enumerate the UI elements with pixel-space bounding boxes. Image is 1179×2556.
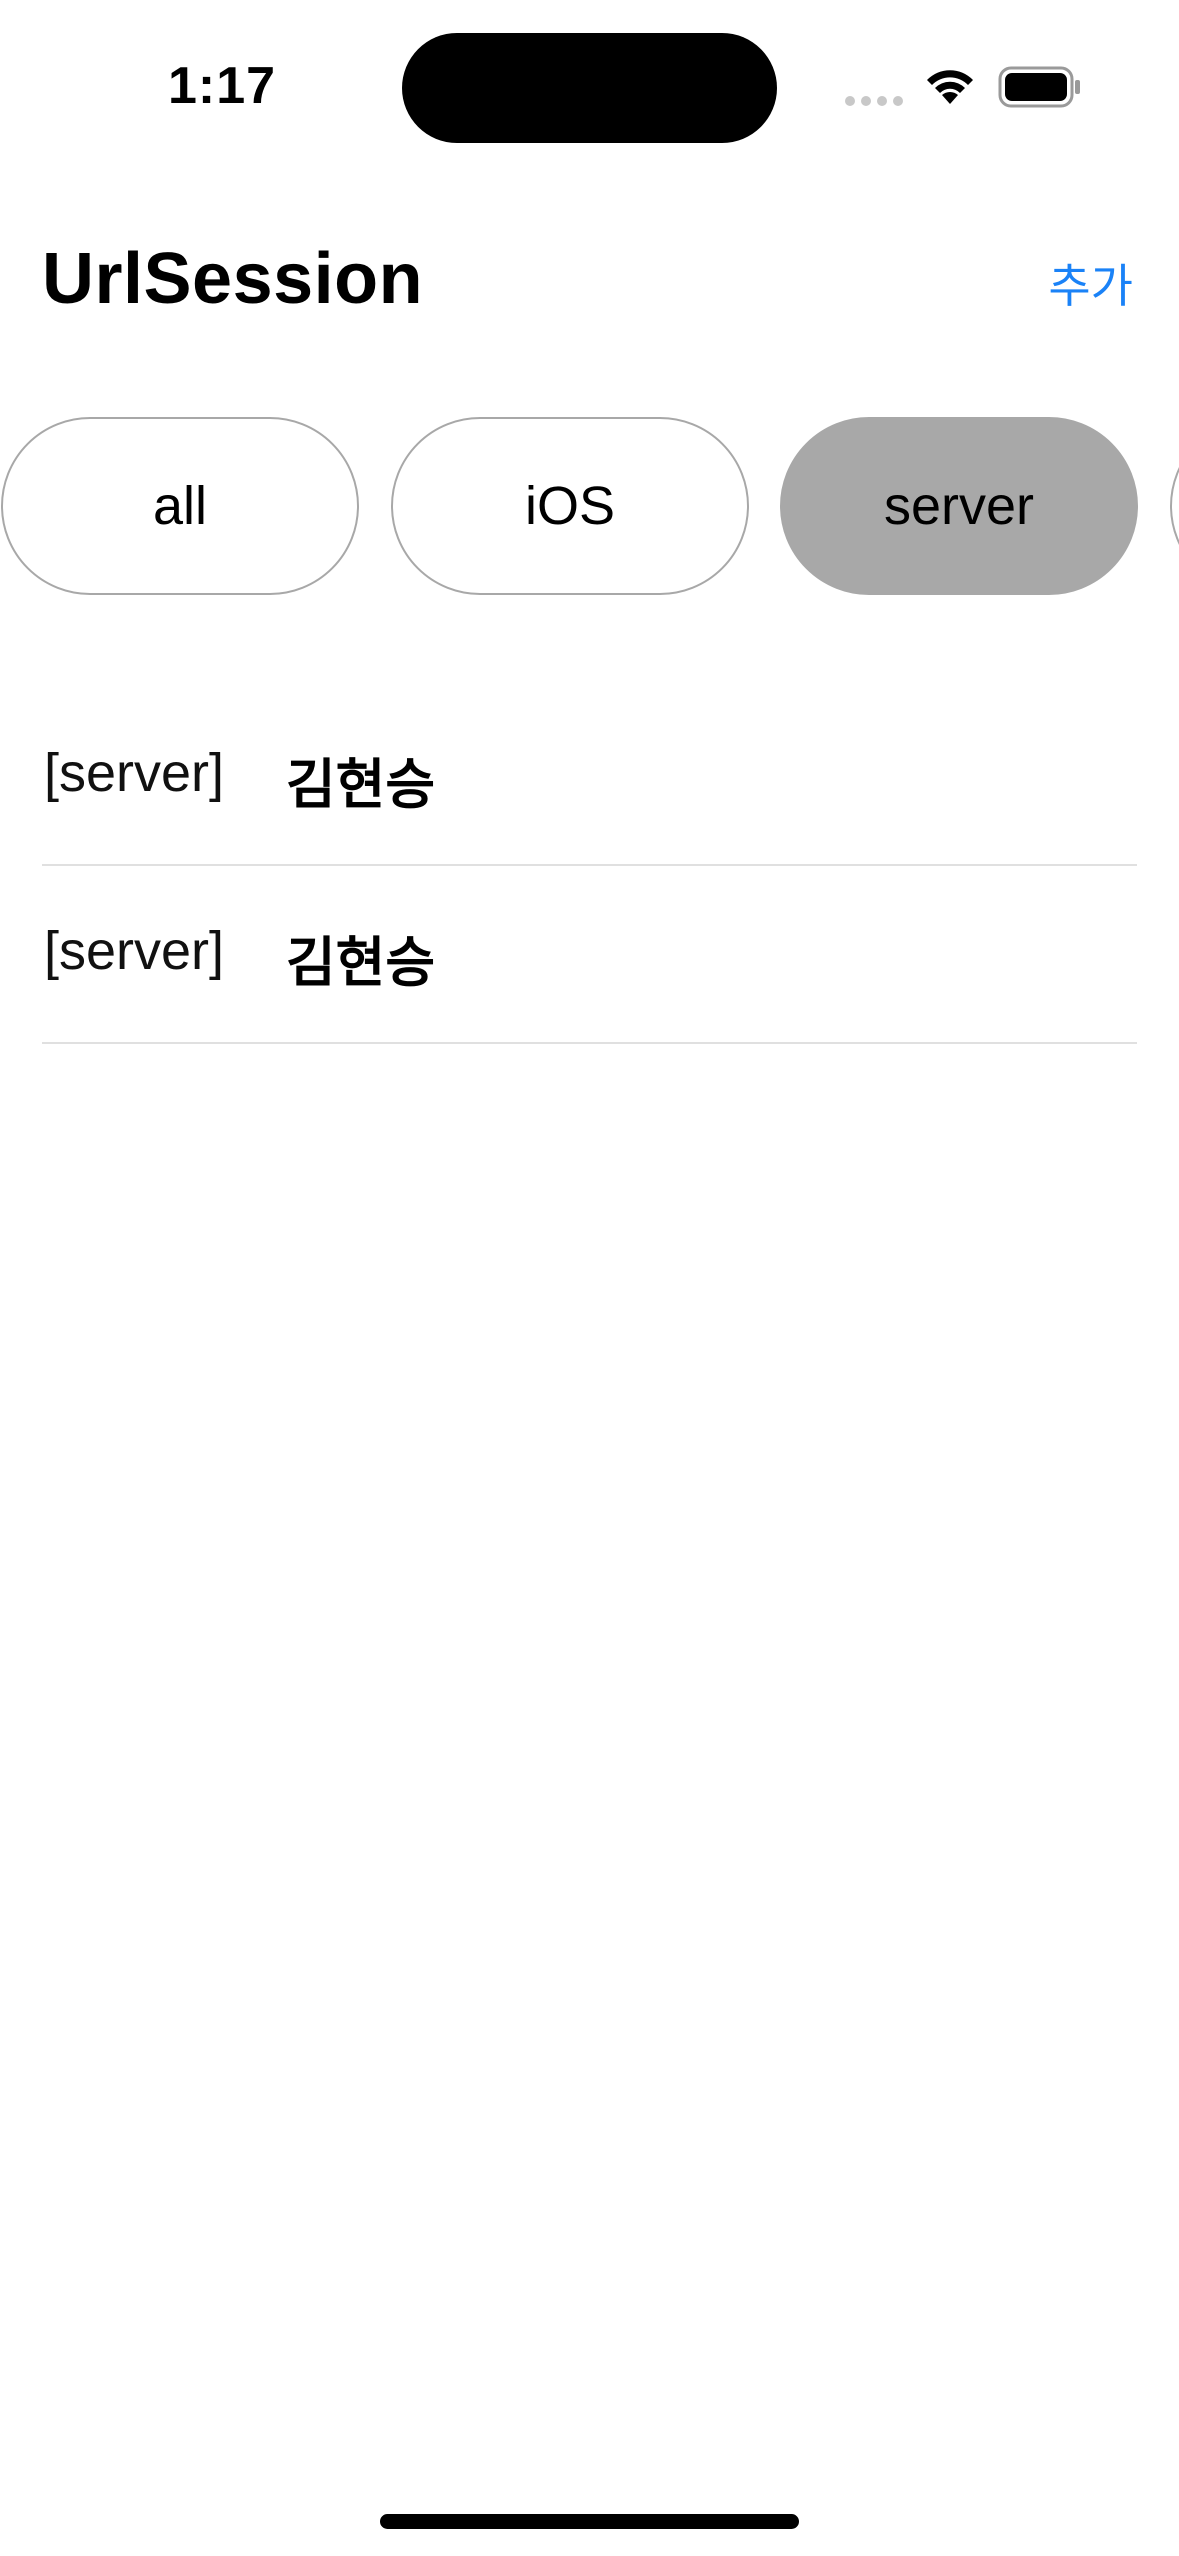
home-indicator[interactable] <box>380 2514 799 2529</box>
category-pill-all[interactable]: all <box>1 417 359 595</box>
list-item-tag: [server] <box>44 743 225 803</box>
list-item[interactable]: [server] 김현승 <box>42 688 1137 866</box>
battery-icon <box>998 66 1080 108</box>
dynamic-island <box>402 33 777 143</box>
status-time: 1:17 <box>168 57 277 115</box>
category-pill-next[interactable] <box>1170 417 1179 595</box>
list-item-tag: [server] <box>44 921 225 981</box>
list-item-name: 김현승 <box>286 753 436 816</box>
category-pill-server[interactable]: server <box>780 417 1138 595</box>
page-title: UrlSession <box>42 239 424 319</box>
signal-icon <box>845 96 903 106</box>
category-pill-ios[interactable]: iOS <box>391 417 749 595</box>
list-item-name: 김현승 <box>286 931 436 994</box>
category-filter-bar[interactable]: all iOS server <box>0 417 1179 597</box>
wifi-icon <box>927 70 973 104</box>
item-list: [server] 김현승 [server] 김현승 <box>42 688 1137 1044</box>
status-bar: 1:17 <box>0 0 1179 160</box>
list-item[interactable]: [server] 김현승 <box>42 866 1137 1044</box>
add-button[interactable]: 추가 <box>1048 250 1133 316</box>
